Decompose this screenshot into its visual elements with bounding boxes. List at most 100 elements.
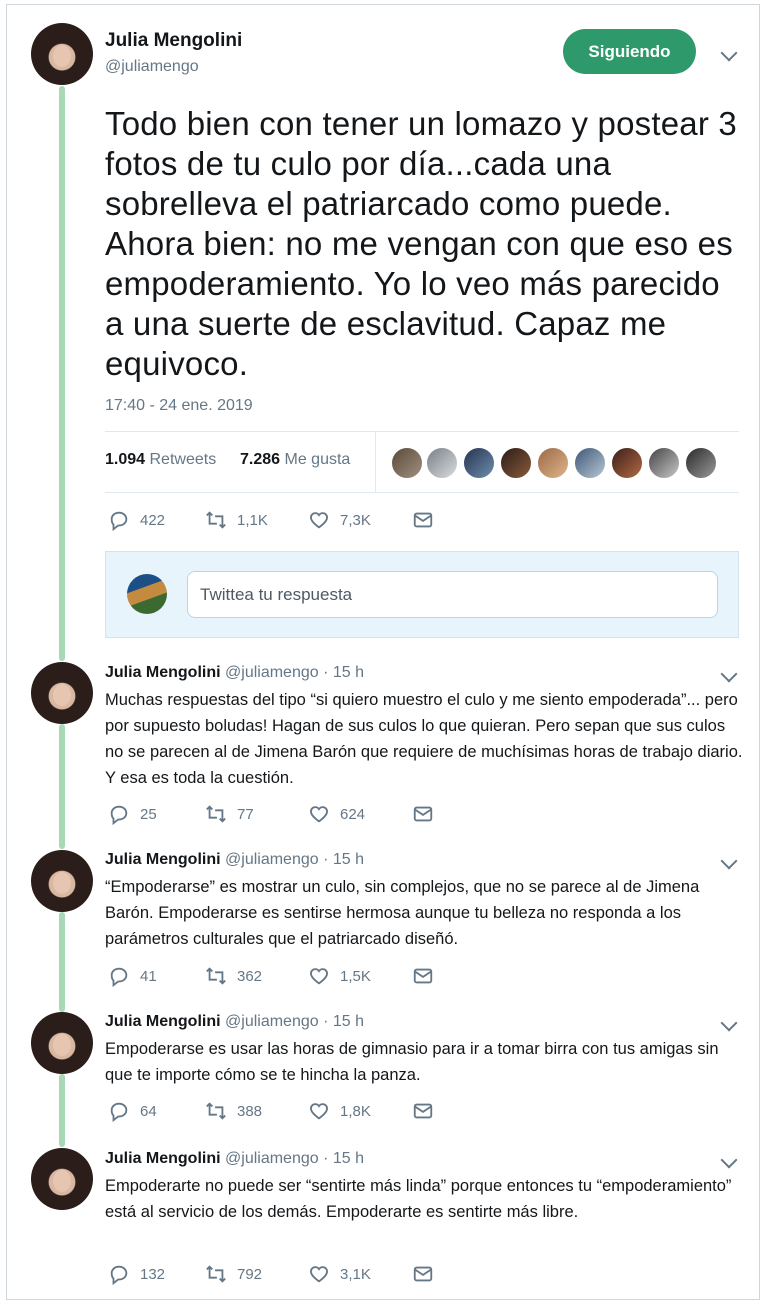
reply-text: Muchas respuestas del tipo “si quiero mu…: [105, 691, 743, 787]
retweets-stat[interactable]: 1.094 Retweets: [105, 451, 216, 469]
direct-message-action[interactable]: [412, 509, 434, 531]
divider: [105, 431, 739, 432]
direct-message-action[interactable]: [412, 1100, 434, 1122]
retweet-icon: [206, 511, 226, 529]
reply-action[interactable]: 41: [108, 965, 157, 987]
reply-icon: [110, 1102, 128, 1122]
thread-connector: [59, 86, 65, 661]
reply-text: Empoderarte no puede ser “sentirte más l…: [105, 1177, 732, 1221]
divider: [375, 432, 376, 492]
liker-avatar[interactable]: [647, 446, 681, 480]
reply-count: 132: [140, 1265, 166, 1283]
envelope-icon: [413, 968, 433, 984]
retweets-count: 1.094: [105, 451, 146, 468]
like-count: 1,5K: [340, 967, 371, 985]
thread-connector: [59, 912, 65, 1012]
retweet-count: 388: [237, 1102, 263, 1120]
likes-label: Me gusta: [284, 451, 351, 468]
direct-message-action[interactable]: [412, 1263, 434, 1285]
reply-count: 25: [140, 805, 157, 823]
retweet-icon: [206, 1102, 226, 1120]
reply-action[interactable]: 25: [108, 803, 157, 825]
reply-icon: [110, 511, 128, 531]
liker-avatar[interactable]: [499, 446, 533, 480]
avatar[interactable]: [31, 850, 93, 912]
avatar[interactable]: [31, 23, 93, 85]
retweet-action[interactable]: 792: [205, 1263, 262, 1285]
reply-input[interactable]: Twittea tu respuesta: [187, 571, 718, 618]
avatar[interactable]: [31, 1148, 93, 1210]
retweet-count: 77: [237, 805, 254, 823]
like-action[interactable]: 7,3K: [308, 509, 371, 531]
avatar: [127, 574, 167, 614]
retweet-icon: [206, 1265, 226, 1283]
heart-icon: [310, 512, 328, 529]
liker-avatar[interactable]: [536, 446, 570, 480]
reply-header: Julia Mengolini @juliamengo · 15 h: [105, 664, 364, 682]
author-name[interactable]: Julia Mengolini: [105, 1013, 221, 1030]
reply-composer: Twittea tu respuesta: [105, 551, 739, 638]
direct-message-action[interactable]: [412, 803, 434, 825]
liker-avatar[interactable]: [462, 446, 496, 480]
reply-header: Julia Mengolini @juliamengo · 15 h: [105, 851, 364, 869]
liker-avatar[interactable]: [684, 446, 718, 480]
reply-header: Julia Mengolini @juliamengo · 15 h: [105, 1013, 364, 1031]
retweet-action[interactable]: 77: [205, 803, 254, 825]
envelope-icon: [413, 1103, 433, 1119]
reply-count: 64: [140, 1102, 157, 1120]
heart-icon: [310, 1103, 328, 1120]
retweet-icon: [206, 967, 226, 985]
tweet-text: Todo bien con tener un lomazo y postear …: [105, 105, 737, 382]
reply-action[interactable]: 132: [108, 1263, 165, 1285]
reply-count: 41: [140, 967, 157, 985]
author-name[interactable]: Julia Mengolini: [105, 664, 221, 681]
avatar[interactable]: [31, 662, 93, 724]
heart-icon: [310, 806, 328, 823]
retweet-action[interactable]: 1,1K: [205, 509, 268, 531]
author-name[interactable]: Julia Mengolini: [105, 30, 242, 52]
heart-icon: [310, 968, 328, 985]
author-meta[interactable]: @juliamengo · 15 h: [225, 1013, 364, 1030]
envelope-icon: [413, 1266, 433, 1282]
liker-avatar[interactable]: [573, 446, 607, 480]
thread-connector: [59, 1074, 65, 1147]
author-name[interactable]: Julia Mengolini: [105, 1150, 221, 1167]
author-meta[interactable]: @juliamengo · 15 h: [225, 1150, 364, 1167]
liker-avatar[interactable]: [610, 446, 644, 480]
like-action[interactable]: 624: [308, 803, 365, 825]
author-name[interactable]: Julia Mengolini: [105, 851, 221, 868]
reply-action[interactable]: 64: [108, 1100, 157, 1122]
tweet-timestamp[interactable]: 17:40 - 24 ene. 2019: [105, 397, 253, 415]
following-button[interactable]: Siguiendo: [563, 29, 696, 74]
retweet-icon: [206, 805, 226, 823]
reply-icon: [110, 1265, 128, 1285]
divider: [105, 492, 739, 493]
author-handle[interactable]: @juliamengo: [105, 58, 199, 76]
likes-stat[interactable]: 7.286 Me gusta: [240, 451, 350, 469]
retweet-count: 792: [237, 1265, 263, 1283]
author-meta[interactable]: @juliamengo · 15 h: [225, 851, 364, 868]
retweet-count: 362: [237, 967, 263, 985]
likes-count: 7.286: [240, 451, 281, 468]
retweet-action[interactable]: 388: [205, 1100, 262, 1122]
reply-header: Julia Mengolini @juliamengo · 15 h: [105, 1150, 364, 1168]
liker-avatar[interactable]: [390, 446, 424, 480]
envelope-icon: [413, 806, 433, 822]
like-count: 3,1K: [340, 1265, 371, 1283]
retweet-count: 1,1K: [237, 511, 268, 529]
envelope-icon: [413, 512, 433, 528]
like-action[interactable]: 1,8K: [308, 1100, 371, 1122]
avatar[interactable]: [31, 1012, 93, 1074]
like-action[interactable]: 1,5K: [308, 965, 371, 987]
like-count: 624: [340, 805, 366, 823]
retweets-label: Retweets: [149, 451, 217, 468]
retweet-action[interactable]: 362: [205, 965, 262, 987]
reply-action[interactable]: 422: [108, 509, 165, 531]
reply-icon: [110, 805, 128, 825]
author-meta[interactable]: @juliamengo · 15 h: [225, 664, 364, 681]
reply-count: 422: [140, 511, 166, 529]
liker-avatar[interactable]: [425, 446, 459, 480]
like-action[interactable]: 3,1K: [308, 1263, 371, 1285]
like-count: 1,8K: [340, 1102, 371, 1120]
direct-message-action[interactable]: [412, 965, 434, 987]
